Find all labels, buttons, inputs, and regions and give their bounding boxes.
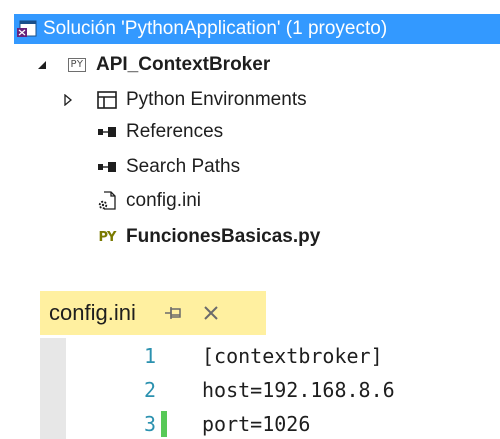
code-text[interactable]: port=1026 [202,412,310,436]
code-line[interactable]: 3 port=1026 [40,409,500,439]
project-node[interactable]: PY API_ContextBroker [36,50,270,80]
tree-item-funcionesbasicas-py[interactable]: PY FuncionesBasicas.py [96,222,321,252]
config-file-icon [96,191,118,211]
tab-title: config.ini [49,300,136,325]
code-line[interactable]: 2 host=192.168.8.6 [40,375,500,405]
tree-item-label: Python Environments [126,89,307,110]
python-file-icon: PY [98,229,117,245]
references-icon [96,122,118,142]
change-marker [161,411,167,437]
line-number: 3 [143,412,156,436]
editor-tab-strip: config.ini [40,291,500,338]
environments-icon [96,90,118,110]
tree-item-references[interactable]: References [96,117,223,147]
tree-item-search-paths[interactable]: Search Paths [96,152,240,182]
code-editor[interactable]: 1 [contextbroker] 2 host=192.168.8.6 3 p… [40,335,500,439]
tab-config-ini[interactable]: config.ini [40,291,266,335]
search-paths-icon [96,157,118,177]
code-text[interactable]: host=192.168.8.6 [202,378,395,402]
tree-item-label: config.ini [126,190,201,211]
solution-label: Solución 'PythonApplication' (1 proyecto… [43,18,388,39]
code-text[interactable]: [contextbroker] [202,344,383,368]
expand-arrow-icon[interactable] [62,94,74,106]
project-label: API_ContextBroker [96,54,271,75]
tree-item-label: Search Paths [126,156,241,177]
tree-item-config-ini[interactable]: config.ini [96,186,201,216]
python-project-icon: PY [66,55,88,75]
code-line[interactable]: 1 [contextbroker] [40,341,500,371]
pin-icon[interactable] [162,302,184,324]
collapse-arrow-icon[interactable] [36,59,48,71]
tree-item-python-environments[interactable]: Python Environments [62,85,307,115]
line-number: 1 [143,344,156,368]
solution-icon [17,20,37,38]
line-number: 2 [143,378,156,402]
tree-item-label: FuncionesBasicas.py [126,226,321,247]
solution-node[interactable]: Solución 'PythonApplication' (1 proyecto… [14,14,500,44]
tree-item-label: References [126,121,224,142]
close-icon[interactable] [200,302,222,324]
